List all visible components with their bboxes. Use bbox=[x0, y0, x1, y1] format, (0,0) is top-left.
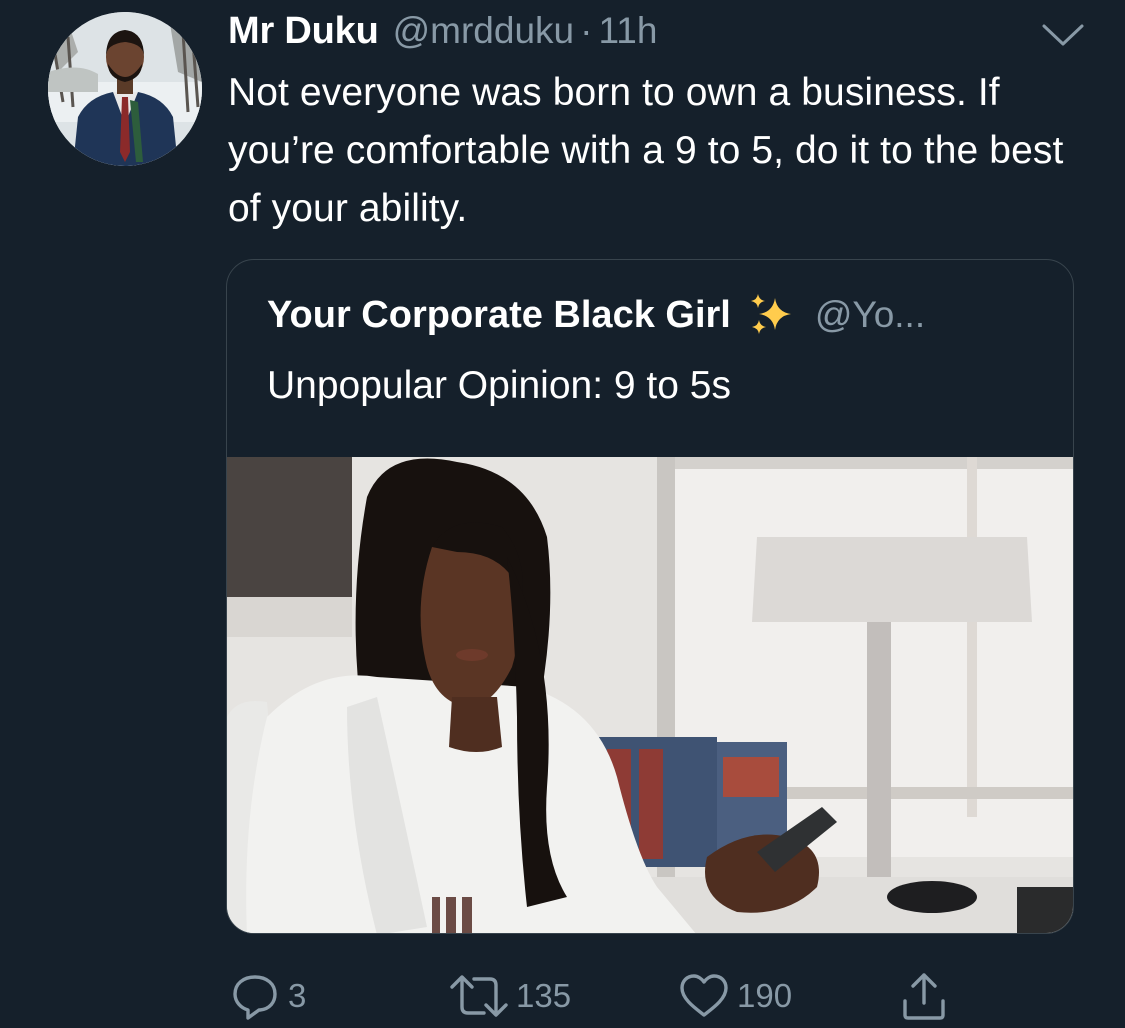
author-name[interactable]: Mr Duku bbox=[228, 10, 379, 53]
reply-count: 3 bbox=[288, 977, 307, 1014]
share-button[interactable] bbox=[897, 968, 951, 1024]
quoted-tweet-text: Unpopular Opinion: 9 to 5s bbox=[267, 364, 731, 407]
quoted-tweet[interactable]: Your Corporate Black Girl @Yo... Unpopul… bbox=[226, 259, 1074, 934]
like-count: 190 bbox=[737, 977, 793, 1014]
tweet-timestamp[interactable]: 11h bbox=[598, 10, 657, 52]
heart-icon bbox=[680, 974, 728, 1017]
tweet-header: Mr Duku @mrdduku · 11h bbox=[228, 10, 657, 56]
like-button[interactable]: 190 bbox=[677, 968, 792, 1024]
reply-button[interactable]: 3 bbox=[228, 968, 306, 1024]
quoted-tweet-header: Your Corporate Black Girl @Yo... bbox=[267, 292, 925, 338]
reply-icon bbox=[233, 975, 277, 1020]
quoted-author-name: Your Corporate Black Girl bbox=[267, 293, 731, 336]
share-icon bbox=[903, 973, 945, 1020]
quoted-author-handle: @Yo... bbox=[814, 294, 926, 335]
woman-at-office-desk-photo-icon[interactable] bbox=[227, 457, 1074, 934]
tweet[interactable]: Mr Duku @mrdduku · 11h Not everyone was … bbox=[0, 0, 1125, 1028]
sparkles-emoji-icon bbox=[750, 294, 791, 334]
author-handle[interactable]: @mrdduku bbox=[393, 10, 575, 52]
profile-photo-icon bbox=[48, 12, 202, 166]
tweet-actions: 3 135 190 bbox=[0, 968, 1125, 1028]
retweet-icon bbox=[450, 975, 508, 1017]
avatar[interactable] bbox=[48, 12, 202, 166]
separator-dot: · bbox=[580, 10, 593, 51]
retweet-button[interactable]: 135 bbox=[448, 968, 571, 1024]
tweet-text: Not everyone was born to own a business.… bbox=[228, 71, 1064, 230]
retweet-count: 135 bbox=[516, 977, 572, 1014]
chevron-down-icon[interactable] bbox=[1040, 20, 1086, 50]
